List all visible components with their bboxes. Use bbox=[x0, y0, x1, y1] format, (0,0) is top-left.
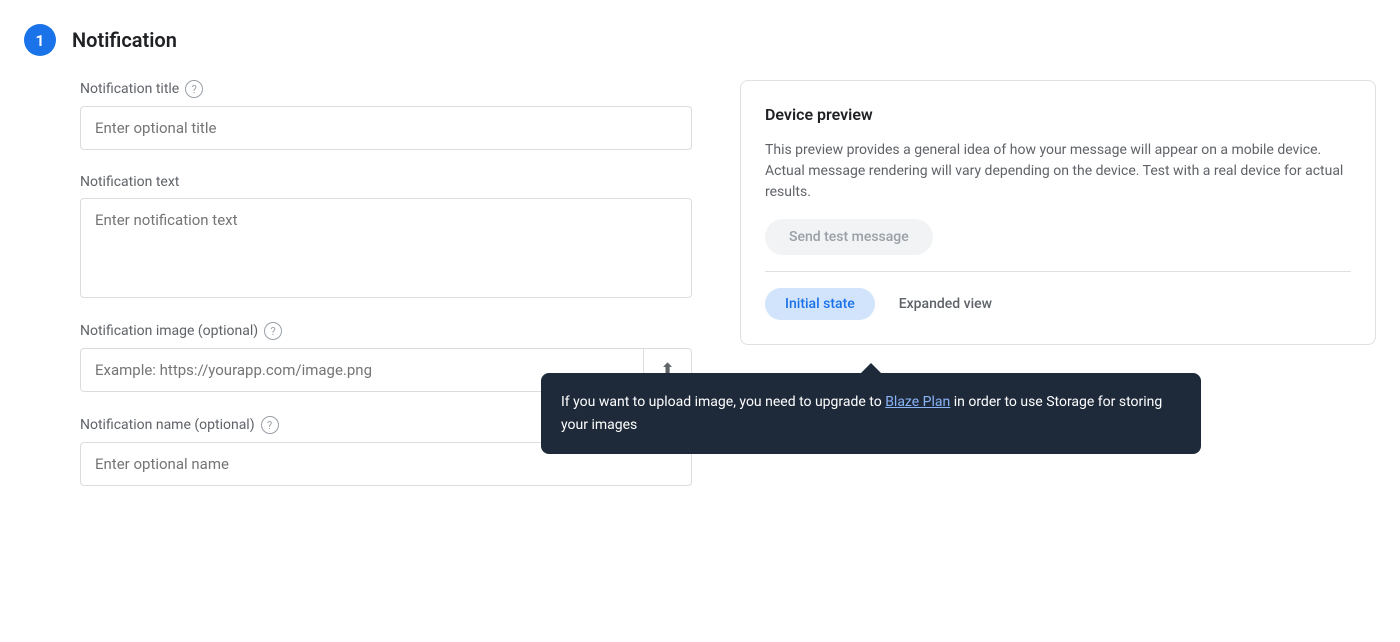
notification-title-input[interactable] bbox=[80, 106, 692, 150]
tab-expanded-view[interactable]: Expanded view bbox=[879, 288, 1012, 320]
send-test-message-button[interactable]: Send test message bbox=[765, 219, 933, 255]
page-container: 1 Notification Notification title ? Noti… bbox=[0, 0, 1400, 642]
title-help-icon[interactable]: ? bbox=[185, 80, 203, 98]
title-label-text: Notification title bbox=[80, 81, 179, 97]
device-preview-panel: Device preview This preview provides a g… bbox=[740, 80, 1376, 345]
section-header: 1 Notification bbox=[0, 24, 1400, 80]
preview-tabs: Initial state Expanded view bbox=[765, 288, 1351, 320]
tooltip-text-before: If you want to upload image, you need to… bbox=[561, 394, 885, 410]
left-panel: Notification title ? Notification text N… bbox=[80, 80, 740, 618]
name-label-text: Notification name (optional) bbox=[80, 417, 255, 433]
text-label-text: Notification text bbox=[80, 174, 179, 190]
title-field-group: Notification title ? bbox=[80, 80, 692, 150]
preview-description: This preview provides a general idea of … bbox=[765, 140, 1351, 203]
image-label-text: Notification image (optional) bbox=[80, 323, 258, 339]
tooltip-arrow bbox=[861, 363, 881, 373]
text-field-label: Notification text bbox=[80, 174, 692, 190]
page-title: Notification bbox=[72, 28, 177, 52]
step-badge: 1 bbox=[24, 24, 56, 56]
tooltip-overlay: If you want to upload image, you need to… bbox=[541, 373, 1201, 454]
notification-text-input[interactable] bbox=[80, 198, 692, 298]
text-field-group: Notification text bbox=[80, 174, 692, 298]
preview-divider bbox=[765, 271, 1351, 272]
main-content: Notification title ? Notification text N… bbox=[0, 80, 1400, 618]
tab-initial-state[interactable]: Initial state bbox=[765, 288, 875, 320]
title-field-label: Notification title ? bbox=[80, 80, 692, 98]
preview-title: Device preview bbox=[765, 105, 1351, 124]
name-help-icon[interactable]: ? bbox=[261, 416, 279, 434]
image-help-icon[interactable]: ? bbox=[264, 322, 282, 340]
image-field-label: Notification image (optional) ? bbox=[80, 322, 692, 340]
blaze-plan-link[interactable]: Blaze Plan bbox=[885, 394, 950, 410]
